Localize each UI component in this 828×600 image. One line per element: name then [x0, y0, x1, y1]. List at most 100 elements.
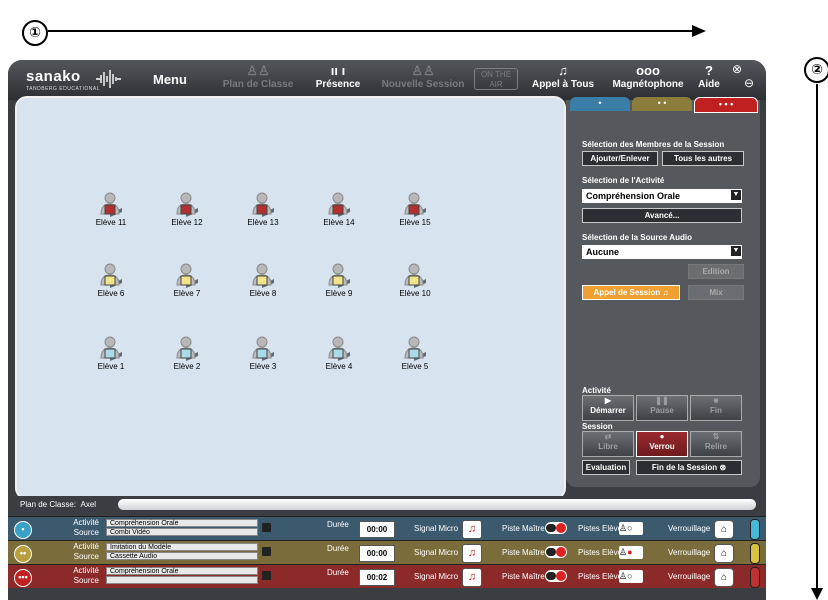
student-seat[interactable]: Elève 5: [390, 336, 440, 371]
student-seat[interactable]: Elève 3: [238, 336, 288, 371]
play-icon: ▶: [604, 396, 612, 405]
free-button[interactable]: ⇄ Libre: [582, 431, 634, 457]
student-tracks-toggle[interactable]: ♙●: [619, 546, 643, 559]
master-track-toggle[interactable]: [545, 522, 567, 534]
padlock-icon[interactable]: ⌂: [714, 544, 734, 563]
activity-dropdown[interactable]: Compréhension Orale ▼: [582, 189, 742, 203]
student-seat[interactable]: Elève 10: [390, 263, 440, 298]
student-seat[interactable]: Elève 9: [314, 263, 364, 298]
record-dot-icon: [556, 547, 566, 557]
start-label: Démarrer: [590, 406, 626, 415]
student-seat[interactable]: Elève 14: [314, 192, 364, 227]
unlock-icon: ⇄: [604, 432, 612, 441]
stop-button[interactable]: ■ Fin: [690, 395, 742, 421]
mic-signal-label: Signal Micro: [414, 524, 459, 533]
student-seat[interactable]: Elève 15: [390, 192, 440, 227]
student-name: Elève 10: [399, 289, 431, 298]
lock-button[interactable]: ● Verrou: [636, 431, 688, 457]
new-session-button[interactable]: ♙♙ Nouvelle Session: [378, 64, 468, 91]
student-seat[interactable]: Elève 8: [238, 263, 288, 298]
call-all-button[interactable]: ♫ Appel à Tous: [528, 64, 598, 91]
session-indicator[interactable]: •••: [14, 569, 32, 587]
source-field: Cassette Audio: [106, 552, 258, 560]
stop-square-icon[interactable]: [262, 547, 271, 556]
headset-icon: ♫: [662, 288, 669, 297]
master-track-toggle[interactable]: [545, 570, 567, 582]
add-remove-button[interactable]: Ajouter/Enlever: [582, 151, 658, 166]
collect-button[interactable]: ⇅ Relire: [690, 431, 742, 457]
mic-signal-icon[interactable]: ♫: [462, 568, 482, 587]
help-button[interactable]: ? Aide: [694, 64, 724, 91]
evaluation-button[interactable]: Evaluation: [582, 460, 630, 475]
stop-square-icon[interactable]: [262, 571, 271, 580]
mic-signal-icon[interactable]: ♫: [462, 544, 482, 563]
end-session-label: Fin de la Session: [651, 463, 718, 472]
student-tracks-toggle[interactable]: ♙○: [619, 522, 643, 535]
mix-button[interactable]: Mix: [688, 285, 744, 300]
student-seat[interactable]: Elève 1: [86, 336, 136, 371]
horizontal-arrow: [48, 25, 706, 37]
audio-source-dropdown[interactable]: Aucune ▼: [582, 245, 742, 259]
tape-icon: [546, 572, 556, 580]
source-field: Combi Vidéo: [106, 528, 258, 536]
tape-icon: [546, 548, 556, 556]
tape-recorder-label: Magnétophone: [612, 79, 684, 90]
lock-label: Verrou: [649, 442, 675, 451]
lock-row-label: Verrouillage: [668, 548, 711, 557]
close-icon[interactable]: ⊗: [732, 62, 742, 76]
seating-plan-button[interactable]: ♙♙ Plan de Classe: [218, 63, 298, 91]
student-icon: [252, 263, 274, 288]
advanced-button[interactable]: Avancé...: [582, 208, 742, 223]
end-session-button[interactable]: Fin de la Session ⊗: [636, 460, 742, 475]
source-row-label: Source: [73, 576, 99, 585]
row-end-cap: [750, 567, 760, 588]
student-icon: [100, 336, 122, 361]
tape-recorder-icon: ooo: [636, 63, 660, 78]
student-seat[interactable]: Elève 11: [86, 192, 136, 227]
duration-value: 00:00: [359, 545, 395, 562]
collect-label: Relire: [704, 442, 728, 451]
record-dot-icon: [556, 523, 566, 533]
tape-recorder-button[interactable]: ooo Magnétophone: [608, 63, 688, 91]
padlock-icon[interactable]: ⌂: [714, 568, 734, 587]
master-track-toggle[interactable]: [545, 546, 567, 558]
minimize-icon[interactable]: ⊖: [744, 76, 754, 90]
activity-field: Compréhension Orale: [106, 567, 258, 575]
stop-square-icon[interactable]: [262, 523, 271, 532]
session-row: •• Activité Source Imitation du Modèle Casse…: [8, 540, 766, 564]
padlock-icon[interactable]: ⌂: [714, 520, 734, 539]
session-panel: • • • • • • Sélection des Membres de la …: [566, 97, 760, 487]
seating-plan-icon: ♙♙: [246, 63, 270, 78]
start-button[interactable]: ▶ Démarrer: [582, 395, 634, 421]
mic-signal-icon[interactable]: ♫: [462, 520, 482, 539]
student-seat[interactable]: Elève 13: [238, 192, 288, 227]
class-plan-strip: [118, 499, 756, 510]
session-indicator[interactable]: ••: [14, 545, 32, 563]
lock-row-label: Verrouillage: [668, 524, 711, 533]
lock-row-label: Verrouillage: [668, 572, 711, 581]
student-name: Elève 1: [97, 362, 125, 371]
student-seat[interactable]: Elève 2: [162, 336, 212, 371]
student-seat[interactable]: Elève 6: [86, 263, 136, 298]
pause-button[interactable]: ❚❚ Pause: [636, 395, 688, 421]
student-icon: [252, 336, 274, 361]
student-name: Elève 4: [325, 362, 353, 371]
student-seat[interactable]: Elève 4: [314, 336, 364, 371]
activity-row-label: Activité: [73, 542, 99, 551]
source-row-label: Source: [73, 528, 99, 537]
all-others-button[interactable]: Tous les autres: [662, 151, 744, 166]
menu-button[interactable]: Menu: [153, 72, 187, 87]
student-name: Elève 2: [173, 362, 201, 371]
student-seat[interactable]: Elève 12: [162, 192, 212, 227]
marker-one: ①: [22, 20, 48, 46]
student-seat[interactable]: Elève 7: [162, 263, 212, 298]
tab-session-1[interactable]: •: [570, 97, 630, 111]
session-indicator[interactable]: •: [14, 521, 32, 539]
tab-session-3[interactable]: • • •: [694, 97, 758, 113]
tab-session-2[interactable]: • •: [632, 97, 692, 111]
attendance-button[interactable]: ıı ı Présence: [308, 64, 368, 91]
student-tracks-toggle[interactable]: ♙○: [619, 570, 643, 583]
edition-button[interactable]: Edition: [688, 264, 744, 279]
duration-label: Durée: [327, 520, 349, 529]
session-call-button[interactable]: Appel de Session ♫: [582, 285, 680, 300]
